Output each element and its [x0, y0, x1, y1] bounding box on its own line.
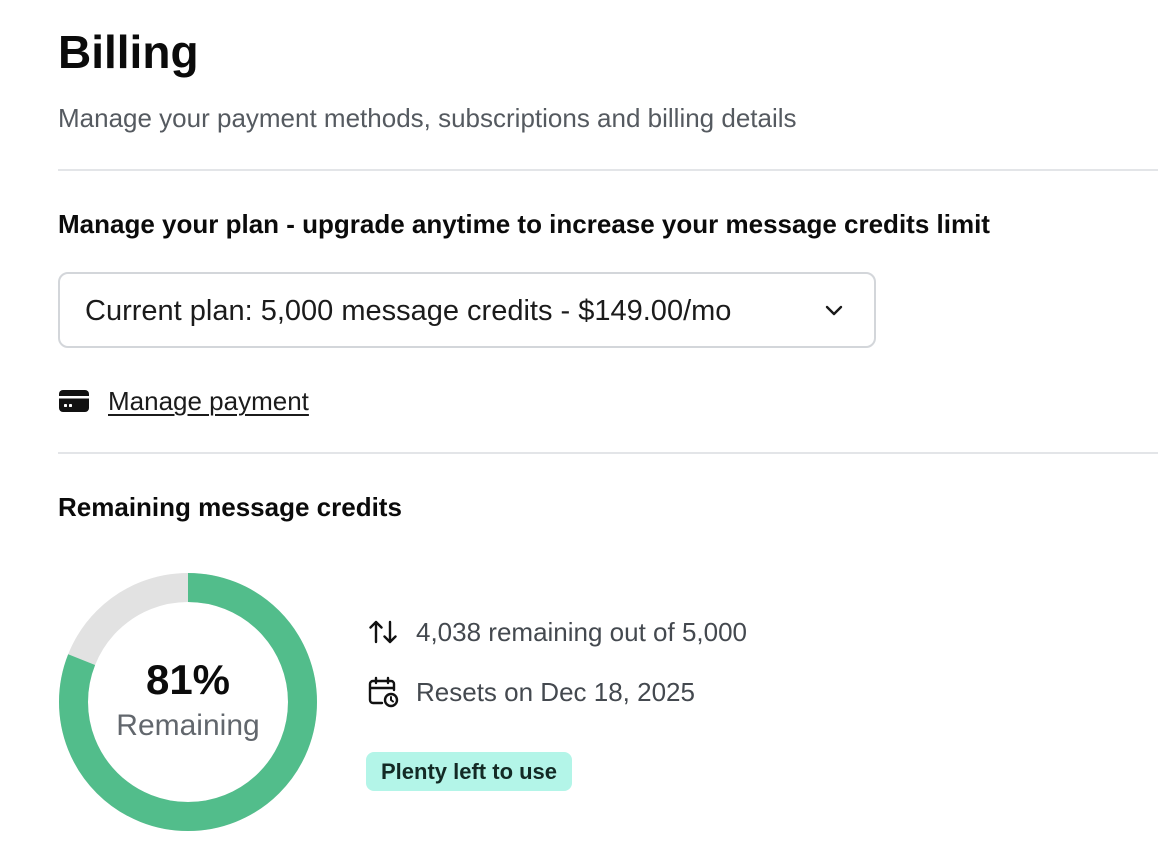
plan-select-dropdown[interactable]: Current plan: 5,000 message credits - $1… — [58, 272, 876, 348]
arrows-up-down-icon — [369, 620, 397, 644]
section-divider — [58, 169, 1158, 171]
plan-select-value: Current plan: 5,000 message credits - $1… — [85, 295, 732, 327]
reset-date-row: Resets on Dec 18, 2025 — [366, 675, 695, 709]
remaining-percent: 81% — [145, 656, 231, 703]
remaining-caption: Remaining — [116, 709, 260, 742]
manage-payment-label: Manage payment — [108, 386, 309, 416]
plan-section-heading: Manage your plan - upgrade anytime to in… — [58, 209, 990, 239]
page-subtitle: Manage your payment methods, subscriptio… — [58, 103, 797, 133]
section-divider — [58, 452, 1158, 454]
donut-center: 81% Remaining — [58, 572, 318, 832]
remaining-credits-text: 4,038 remaining out of 5,000 — [416, 617, 748, 647]
billing-page: Billing Manage your payment methods, sub… — [58, 0, 1158, 856]
credits-section-heading: Remaining message credits — [58, 492, 402, 522]
manage-payment-link[interactable]: Manage payment — [58, 384, 309, 418]
status-badge: Plenty left to use — [366, 752, 573, 791]
reset-date-text: Resets on Dec 18, 2025 — [416, 677, 695, 707]
status-badge-label: Plenty left to use — [381, 758, 558, 784]
chevron-down-icon — [825, 305, 843, 316]
credit-card-icon — [59, 390, 89, 412]
credits-donut-chart: 81% Remaining — [58, 572, 318, 832]
remaining-credits-row: 4,038 remaining out of 5,000 — [366, 615, 747, 649]
calendar-clock-icon — [368, 676, 399, 708]
page-title: Billing — [58, 26, 199, 78]
